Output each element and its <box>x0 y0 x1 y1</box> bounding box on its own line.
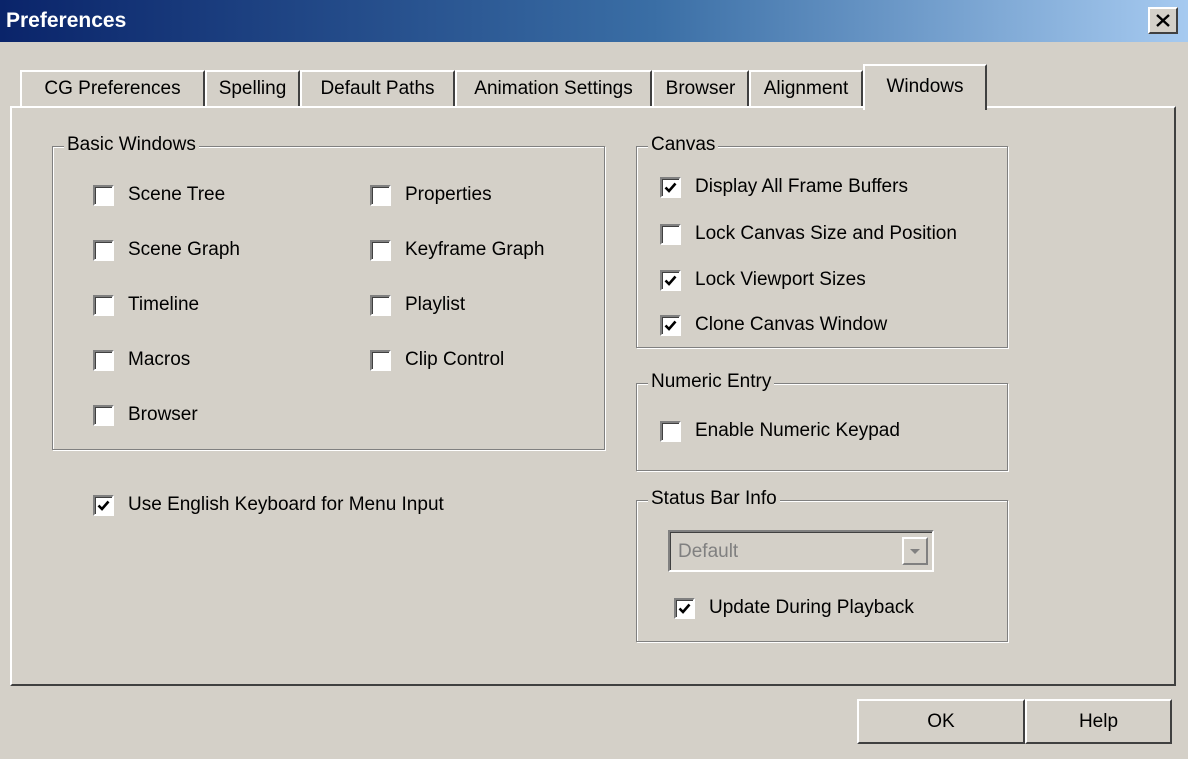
english-keyboard-label: Use English Keyboard for Menu Input <box>128 494 444 515</box>
enable-numeric-keypad-checkbox[interactable] <box>660 421 681 442</box>
update-during-playback-label: Update During Playback <box>709 597 914 618</box>
scene-tree-checkbox[interactable] <box>93 185 114 206</box>
timeline-checkbox[interactable] <box>93 295 114 316</box>
canvas-title: Canvas <box>648 134 719 156</box>
checkmark-icon <box>664 275 677 286</box>
playlist-label: Playlist <box>405 294 466 315</box>
tab-windows[interactable]: Windows <box>863 64 987 110</box>
tab-alignment[interactable]: Alignment <box>749 70 863 106</box>
timeline-label: Timeline <box>128 294 200 315</box>
dropdown-value: Default <box>678 541 739 562</box>
checkmark-icon <box>97 500 110 511</box>
keyframe-graph-checkbox[interactable] <box>370 240 391 261</box>
properties-label: Properties <box>405 184 492 205</box>
status-bar-info-title: Status Bar Info <box>648 488 780 510</box>
lock-viewport-sizes-checkbox[interactable] <box>660 270 681 291</box>
macros-checkbox[interactable] <box>93 350 114 371</box>
close-icon <box>1156 14 1170 27</box>
update-during-playback-checkbox[interactable] <box>674 598 695 619</box>
macros-label: Macros <box>128 349 191 370</box>
clone-canvas-window-checkbox[interactable] <box>660 315 681 336</box>
display-all-frame-buffers-checkbox[interactable] <box>660 177 681 198</box>
help-button[interactable]: Help <box>1025 699 1172 744</box>
checkmark-icon <box>664 320 677 331</box>
numeric-entry-title: Numeric Entry <box>648 371 775 393</box>
keyframe-graph-label: Keyframe Graph <box>405 239 545 260</box>
english-keyboard-checkbox[interactable] <box>93 495 114 516</box>
lock-canvas-size-label: Lock Canvas Size and Position <box>695 223 957 244</box>
status-bar-dropdown[interactable]: Default <box>668 530 934 572</box>
clone-canvas-window-label: Clone Canvas Window <box>695 314 888 335</box>
tab-cg-preferences[interactable]: CG Preferences <box>20 70 205 106</box>
clip-control-label: Clip Control <box>405 349 505 370</box>
checkmark-icon <box>664 182 677 193</box>
window-title: Preferences <box>6 9 127 32</box>
playlist-checkbox[interactable] <box>370 295 391 316</box>
tab-spelling[interactable]: Spelling <box>205 70 300 106</box>
browser-label: Browser <box>128 404 198 425</box>
ok-button[interactable]: OK <box>857 699 1025 744</box>
scene-tree-label: Scene Tree <box>128 184 226 205</box>
browser-checkbox[interactable] <box>93 405 114 426</box>
close-button[interactable] <box>1148 7 1178 34</box>
basic-windows-title: Basic Windows <box>64 134 199 156</box>
clip-control-checkbox[interactable] <box>370 350 391 371</box>
title-bar <box>0 0 1188 44</box>
chevron-down-icon <box>910 548 920 554</box>
scene-graph-checkbox[interactable] <box>93 240 114 261</box>
scene-graph-label: Scene Graph <box>128 239 240 260</box>
tab-animation-settings[interactable]: Animation Settings <box>455 70 652 106</box>
checkmark-icon <box>678 603 691 614</box>
display-all-frame-buffers-label: Display All Frame Buffers <box>695 176 908 197</box>
lock-viewport-sizes-label: Lock Viewport Sizes <box>695 269 866 290</box>
lock-canvas-size-checkbox[interactable] <box>660 224 681 245</box>
tab-default-paths[interactable]: Default Paths <box>300 70 455 106</box>
properties-checkbox[interactable] <box>370 185 391 206</box>
enable-numeric-keypad-label: Enable Numeric Keypad <box>695 420 900 441</box>
tab-browser[interactable]: Browser <box>652 70 749 106</box>
dropdown-arrow-button[interactable] <box>902 537 928 565</box>
